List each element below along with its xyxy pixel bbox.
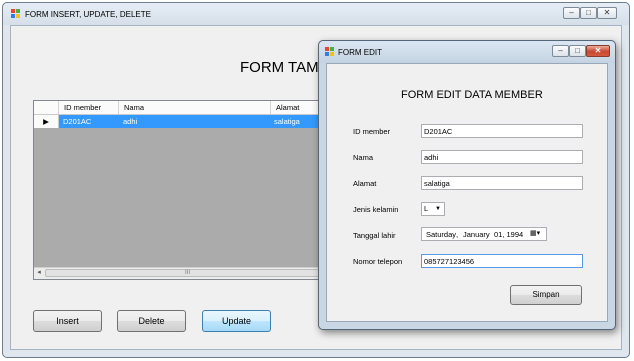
edit-window-title: FORM EDIT	[338, 48, 382, 57]
grid-corner	[34, 101, 58, 114]
horizontal-scrollbar[interactable]: ◂ III	[34, 267, 342, 279]
row-selector-arrow-icon[interactable]: ▶	[34, 115, 59, 128]
app-icon	[325, 47, 335, 57]
date-day-year[interactable]: 01, 1994	[494, 229, 523, 241]
column-header-id-member[interactable]: ID member	[58, 101, 118, 114]
cell-id-member[interactable]: D201AC	[63, 115, 91, 128]
close-button[interactable]: ✕	[597, 7, 617, 19]
edit-heading: FORM EDIT DATA MEMBER	[401, 89, 543, 101]
delete-button[interactable]: Delete	[117, 310, 186, 332]
jenis-kelamin-value: L	[424, 204, 429, 213]
table-row[interactable]: ▶ D201AC adhi salatiga	[34, 115, 342, 128]
cell-nama[interactable]: adhi	[123, 115, 137, 128]
date-separator: ,	[456, 230, 459, 239]
label-nama: Nama	[353, 153, 374, 162]
simpan-button[interactable]: Simpan	[510, 285, 582, 305]
calendar-dropdown-icon[interactable]: ▦▾	[530, 228, 540, 240]
member-data-grid[interactable]: ID member Nama Alamat ▶ D201AC adhi sala…	[33, 100, 343, 280]
jenis-kelamin-select[interactable]: L ▼	[421, 202, 445, 216]
chevron-down-icon[interactable]: ▼	[433, 204, 443, 214]
main-window-title: FORM INSERT, UPDATE, DELETE	[25, 10, 151, 19]
edit-titlebar[interactable]: FORM EDIT – □ ✕	[319, 41, 615, 63]
minimize-button[interactable]: –	[563, 7, 580, 19]
grid-header: ID member Nama Alamat	[34, 101, 342, 115]
date-month[interactable]: January	[463, 229, 490, 241]
id-member-field[interactable]	[421, 124, 583, 138]
label-tanggal-lahir: Tanggal lahir	[353, 231, 396, 240]
update-button[interactable]: Update	[202, 310, 271, 332]
minimize-button[interactable]: –	[552, 45, 569, 57]
tanggal-lahir-datepicker[interactable]: Saturday , January 01, 1994 ▦▾	[421, 227, 547, 241]
column-header-nama[interactable]: Nama	[118, 101, 270, 114]
scroll-thumb[interactable]: III	[45, 269, 330, 277]
label-id-member: ID member	[353, 127, 391, 136]
edit-window: FORM EDIT – □ ✕ FORM EDIT DATA MEMBER ID…	[318, 40, 616, 330]
main-titlebar[interactable]: FORM INSERT, UPDATE, DELETE – □ ✕	[3, 3, 629, 25]
date-day[interactable]: Saturday	[426, 229, 456, 241]
scroll-left-icon[interactable]: ◂	[34, 268, 44, 278]
app-icon	[11, 9, 21, 19]
label-nomor-telepon: Nomor telepon	[353, 257, 403, 266]
close-button[interactable]: ✕	[586, 45, 610, 57]
edit-client-area: FORM EDIT DATA MEMBER ID member Nama Ala…	[326, 63, 608, 322]
cell-alamat[interactable]: salatiga	[274, 115, 300, 128]
alamat-field[interactable]	[421, 176, 583, 190]
nama-field[interactable]	[421, 150, 583, 164]
insert-button[interactable]: Insert	[33, 310, 102, 332]
main-heading: FORM TAMI	[240, 59, 323, 76]
label-alamat: Alamat	[353, 179, 377, 188]
maximize-button[interactable]: □	[569, 45, 586, 57]
maximize-button[interactable]: □	[580, 7, 597, 19]
nomor-telepon-field[interactable]	[421, 254, 583, 268]
label-jenis-kelamin: Jenis kelamin	[353, 205, 399, 214]
